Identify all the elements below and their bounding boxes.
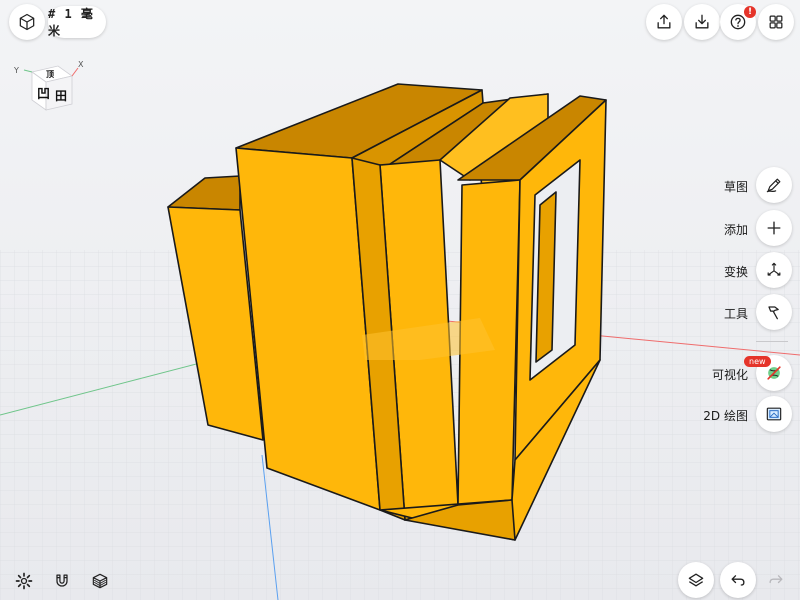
- undo-arrow-icon: [731, 575, 745, 586]
- tools-label: 工具: [723, 307, 748, 321]
- layers-button[interactable]: [678, 562, 714, 598]
- share-button[interactable]: [646, 4, 682, 40]
- visualize-new-badge: new: [744, 356, 771, 367]
- svg-text:顶: 顶: [46, 70, 54, 79]
- apps-button[interactable]: [758, 4, 794, 40]
- redo-button[interactable]: [758, 562, 794, 598]
- visualize-label: 可视化: [711, 368, 748, 382]
- toolbar-separator: [756, 341, 788, 342]
- sketch-button[interactable]: [756, 167, 792, 203]
- import-button[interactable]: [684, 4, 720, 40]
- undo-button[interactable]: [720, 562, 756, 598]
- plus-icon: [767, 221, 781, 235]
- tools-button[interactable]: [756, 294, 792, 330]
- render-mode-button[interactable]: [82, 563, 118, 599]
- drawing2d-label: 2D 绘图: [703, 409, 748, 423]
- add-button[interactable]: [756, 210, 792, 246]
- svg-text:凹: 凹: [37, 87, 50, 102]
- units-button[interactable]: # 1 毫米: [48, 6, 106, 38]
- download-icon: [695, 14, 709, 29]
- magnet-icon: [56, 574, 68, 587]
- view-cube[interactable]: 凹 田 顶 Y X: [14, 58, 84, 120]
- cube-outline-icon: [19, 13, 35, 31]
- settings-button[interactable]: [6, 563, 42, 599]
- help-notification-badge: !: [744, 6, 756, 18]
- sketch-label: 草图: [723, 180, 748, 194]
- view-mode-button[interactable]: [9, 4, 45, 40]
- axis-y-label: Y: [14, 66, 19, 75]
- hammer-icon: [768, 306, 779, 320]
- transform-button[interactable]: [756, 252, 792, 288]
- units-label: # 1 毫米: [48, 7, 94, 38]
- view-cube-icon: 凹 田 顶: [23, 65, 79, 111]
- model-frame3-window-inner: [535, 191, 557, 363]
- upload-icon: [657, 14, 671, 29]
- drawing2d-button[interactable]: [756, 396, 792, 432]
- transform-label: 变换: [723, 265, 748, 279]
- transform-axes-icon: [767, 262, 781, 276]
- svg-text:田: 田: [55, 89, 67, 103]
- add-label: 添加: [723, 223, 748, 237]
- layers-icon: [688, 573, 704, 587]
- drawing-sheet-icon: [766, 407, 782, 421]
- pen-sketch-icon: [766, 178, 781, 193]
- gear-icon: [15, 572, 33, 590]
- layered-cube-icon: [92, 573, 108, 589]
- snap-button[interactable]: [44, 563, 80, 599]
- axis-x-label: X: [78, 60, 84, 69]
- grid-apps-icon: [769, 15, 783, 29]
- redo-arrow-icon: [769, 575, 783, 584]
- 3d-viewport[interactable]: [0, 0, 800, 600]
